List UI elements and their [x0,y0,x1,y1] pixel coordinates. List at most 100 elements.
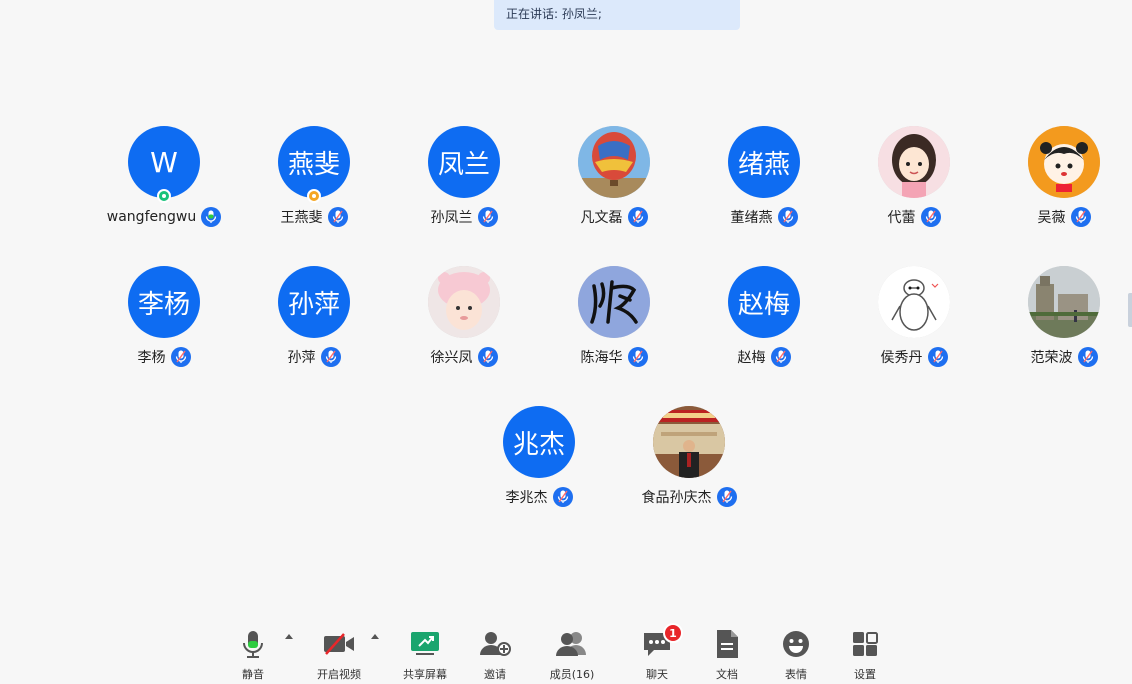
participant-name-row: 孙凤兰 [389,207,539,227]
avatar: 赵梅 [728,266,800,338]
microphone-muted-icon [477,347,498,367]
avatar: 燕斐 [278,126,350,198]
video-off-icon [321,626,357,662]
avatar: 孙萍 [278,266,350,338]
microphone-muted-icon [770,347,791,367]
avatar: 李杨 [128,266,200,338]
start-video-label: 开启视频 [317,668,361,681]
microphone-muted-icon [477,207,498,227]
participant-tile[interactable]: 孙萍 孙萍 [239,266,389,386]
invite-label: 邀请 [484,668,506,681]
participant-tile[interactable]: 侯秀丹 [839,266,989,386]
microphone-icon [235,626,271,662]
microphone-muted-icon [320,347,341,367]
participant-name: 孙萍 [287,350,316,366]
video-options-caret-icon[interactable] [371,634,379,639]
participant-tile[interactable]: 李杨 李杨 [89,266,239,386]
microphone-muted-icon [1070,207,1091,227]
participant-name-row: 李兆杰 [464,487,614,507]
participant-name-row: 孙萍 [239,347,389,367]
smiley-icon [778,626,814,662]
avatar [1028,126,1100,198]
speaking-banner: 正在讲话: 孙凤兰; [494,0,740,30]
add-person-icon [477,626,513,662]
microphone-muted-icon [627,347,648,367]
participant-tile[interactable]: 凤兰 孙凤兰 [389,126,539,246]
participant-name: 赵梅 [737,350,766,366]
participant-name: 凡文磊 [580,210,623,226]
chat-unread-badge: 1 [663,623,683,643]
meeting-toolbar: 静音 开启视频 共享屏幕 邀请 成员(16) 1 聊天 文档 表情 设置 [0,620,1132,684]
mute-label: 静音 [242,668,264,681]
microphone-muted-icon [327,207,348,227]
members-label: 成员(16) [549,668,595,681]
start-video-button[interactable]: 开启视频 [299,620,379,684]
chat-button[interactable]: 1 聊天 [617,620,697,684]
participant-name: 食品孙庆杰 [641,490,712,506]
microphone-muted-icon [627,207,648,227]
avatar [578,266,650,338]
participant-name: 徐兴凤 [430,350,473,366]
microphone-muted-icon [170,347,191,367]
document-icon [709,626,745,662]
audio-options-caret-icon[interactable] [285,634,293,639]
participant-name: 孙凤兰 [430,210,473,226]
participant-name-row: 侯秀丹 [839,347,989,367]
participant-tile[interactable]: Wwangfengwu [89,126,239,246]
share-screen-button[interactable]: 共享屏幕 [385,620,465,684]
participant-name-row: 范荣波 [989,347,1132,367]
documents-label: 文档 [716,668,738,681]
participant-tile[interactable]: 绪燕 董绪燕 [689,126,839,246]
grid-settings-icon [847,626,883,662]
avatar: 兆杰 [503,406,575,478]
microphone-muted-icon [920,207,941,227]
participant-name-row: 董绪燕 [689,207,839,227]
participant-tile[interactable]: 吴薇 [989,126,1132,246]
participant-name: 侯秀丹 [880,350,923,366]
participant-tile[interactable]: 凡文磊 [539,126,689,246]
participant-tile[interactable]: 燕斐 王燕斐 [239,126,389,246]
microphone-muted-icon [1077,347,1098,367]
participant-name: wangfengwu [106,209,197,225]
avatar [578,126,650,198]
participant-tile[interactable]: 陈海华 [539,266,689,386]
avatar: W [128,126,200,198]
participant-name-row: 凡文磊 [539,207,689,227]
share-screen-label: 共享屏幕 [403,668,447,681]
side-panel-handle[interactable] [1128,293,1132,327]
chat-label: 聊天 [646,668,668,681]
share-screen-icon [407,626,443,662]
participant-name: 李兆杰 [505,490,548,506]
user-status-icon [157,189,171,203]
participant-name-row: 李杨 [89,347,239,367]
emoji-label: 表情 [785,668,807,681]
mute-button[interactable]: 静音 [213,620,293,684]
participant-name-row: 吴薇 [989,207,1132,227]
participant-tile[interactable]: 食品孙庆杰 [614,406,764,526]
members-icon [554,626,590,662]
participant-tile[interactable]: 徐兴凤 [389,266,539,386]
participant-tile[interactable]: 代蕾 [839,126,989,246]
emoji-button[interactable]: 表情 [756,620,836,684]
members-button[interactable]: 成员(16) [532,620,612,684]
microphone-muted-icon [927,347,948,367]
avatar: 绪燕 [728,126,800,198]
user-status-icon [307,189,321,203]
participant-name-row: 代蕾 [839,207,989,227]
participant-name: 董绪燕 [730,210,773,226]
avatar [878,266,950,338]
microphone-active-icon [201,207,222,227]
participant-name: 吴薇 [1037,210,1066,226]
participant-tile[interactable]: 赵梅 赵梅 [689,266,839,386]
participant-name-row: 王燕斐 [239,207,389,227]
avatar [878,126,950,198]
settings-button[interactable]: 设置 [825,620,905,684]
participant-name: 李杨 [137,350,166,366]
participant-name-row: wangfengwu [89,207,239,227]
settings-label: 设置 [854,668,876,681]
participant-name-row: 食品孙庆杰 [614,487,764,507]
participant-tile[interactable]: 兆杰 李兆杰 [464,406,614,526]
invite-button[interactable]: 邀请 [455,620,535,684]
participant-tile[interactable]: 范荣波 [989,266,1132,386]
documents-button[interactable]: 文档 [687,620,767,684]
